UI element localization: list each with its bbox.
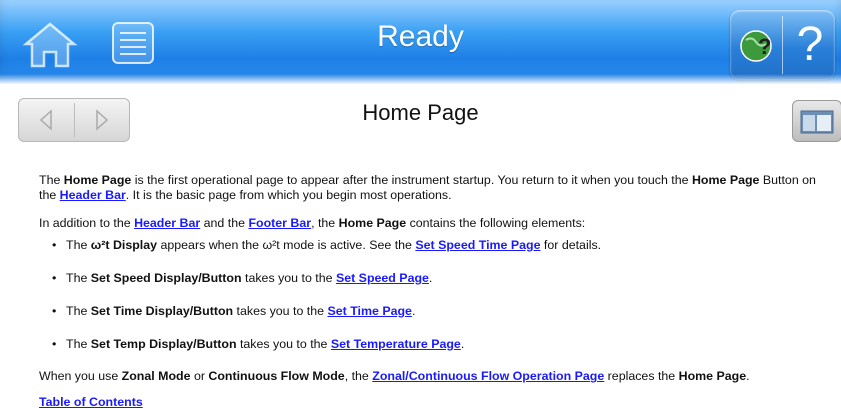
set-temperature-page-link[interactable]: Set Temperature Page <box>331 337 461 351</box>
footer-bar-link[interactable]: Footer Bar <box>248 216 311 230</box>
table-of-contents-link[interactable]: Table of Contents <box>39 395 143 409</box>
zonal-paragraph: When you use Zonal Mode or Continuous Fl… <box>39 369 750 384</box>
help-divider <box>782 16 783 74</box>
question-icon[interactable]: ? <box>790 14 830 76</box>
elements-paragraph: In addition to the Header Bar and the Fo… <box>39 216 586 231</box>
header-title: Ready <box>377 20 464 53</box>
list-item: • The Set Temp Display/Button takes you t… <box>52 337 465 351</box>
toc-paragraph: Table of Contents <box>39 395 143 409</box>
zonal-continuous-flow-link[interactable]: Zonal/Continuous Flow Operation Page <box>372 369 604 383</box>
set-time-page-link[interactable]: Set Time Page <box>327 304 411 318</box>
list-item: • The Set Time Display/Button takes you t… <box>52 304 416 318</box>
set-speed-time-page-link[interactable]: Set Speed Time Page <box>415 238 540 252</box>
set-speed-page-link[interactable]: Set Speed Page <box>336 271 429 285</box>
svg-text:?: ? <box>758 34 771 59</box>
list-item: • The ω²t Display appears when the ω²t mo… <box>52 238 602 252</box>
header-bar-link[interactable]: Header Bar <box>60 188 126 202</box>
list-item: • The Set Speed Display/Button takes you … <box>52 271 433 285</box>
globe-help-icon[interactable]: ? <box>736 20 776 70</box>
header-bar: Ready ? ? <box>0 0 841 84</box>
intro-paragraph: The Home Page is the first operational p… <box>39 173 816 203</box>
help-button-group: ? ? <box>730 10 835 80</box>
header-bar-link[interactable]: Header Bar <box>134 216 200 230</box>
window-icon[interactable] <box>792 100 841 142</box>
page-heading: Home Page <box>362 100 479 125</box>
